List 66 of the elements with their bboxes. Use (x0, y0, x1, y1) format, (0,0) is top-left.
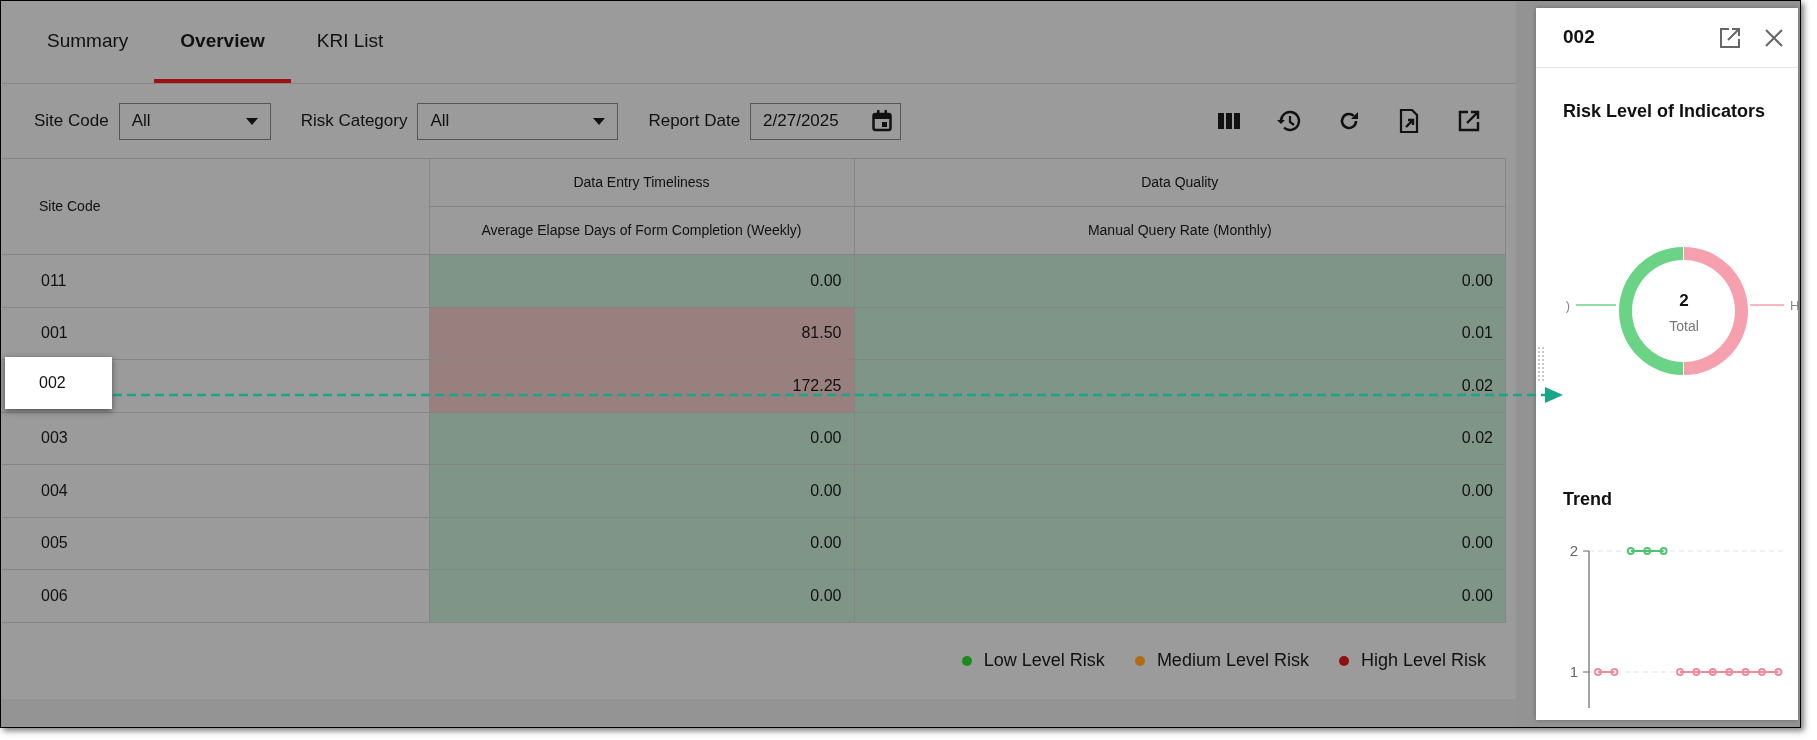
value-cell: 0.00 (429, 412, 854, 465)
site-code-cell: 004 (1, 464, 429, 517)
value-cell: 0.00 (429, 254, 854, 307)
value-cell: 172.25 (429, 359, 854, 412)
filter-label: Site Code (34, 110, 109, 133)
column-header: Site Code (1, 158, 429, 255)
calendar-icon[interactable] (872, 110, 893, 132)
leader-line (1575, 304, 1617, 306)
value-cell: 0.00 (854, 569, 1506, 622)
value-cell: 0.00 (854, 464, 1506, 517)
legend-label: ) (1565, 298, 1570, 313)
panel-title: 002 (1563, 25, 1595, 50)
filter-label: Report Date (648, 110, 741, 133)
value-cell: 0.00 (429, 464, 854, 517)
site-code-cell: 006 (1, 569, 429, 622)
column-group-header: Data Quality (854, 158, 1506, 207)
site-code-cell: 011 (1, 254, 429, 307)
data-point (1610, 668, 1619, 676)
site-code-cell: 005 (1, 517, 429, 570)
value-cell: 81.50 (429, 307, 854, 360)
leader-line (1749, 304, 1785, 306)
site-code-cell: 003 (1, 412, 429, 465)
dropdown[interactable]: All (118, 102, 271, 140)
data-point (1676, 668, 1684, 676)
filter-label: Risk Category (300, 110, 408, 133)
data-point (1725, 668, 1734, 676)
legend-label: High Level Risk (1360, 649, 1486, 672)
data-point (1626, 547, 1635, 555)
data-point (1708, 668, 1717, 676)
highlighted-site-code: 002 (5, 357, 112, 409)
legend-label: H (1790, 298, 1798, 313)
caret-icon (245, 117, 258, 125)
column-group-header: Data Entry Timeliness (429, 158, 854, 207)
data-point (1758, 668, 1766, 676)
date-field[interactable]: 2/27/2025 (750, 102, 902, 140)
value-cell: 0.00 (429, 517, 854, 570)
data-point (1692, 668, 1701, 676)
value-cell: 0.02 (854, 412, 1506, 465)
value-cell: 0.00 (854, 517, 1506, 570)
data-point (1643, 547, 1652, 555)
dropdown[interactable]: All (417, 102, 619, 140)
trend-line (1629, 550, 1665, 552)
y-tick-label: 1 (1569, 663, 1578, 680)
section-title: Trend (1562, 488, 1613, 511)
value-cell: 0.01 (854, 307, 1506, 360)
value-cell: 0.02 (854, 359, 1506, 412)
tab[interactable]: Summary (21, 1, 155, 83)
legend-label: Medium Level Risk (1156, 649, 1309, 672)
data-point (1741, 668, 1750, 676)
value-cell: 0.00 (429, 569, 854, 622)
y-tick-label: 2 (1569, 542, 1578, 559)
data-point (1659, 547, 1668, 555)
column-header: Average Elapse Days of Form Completion (Weekly) (429, 206, 854, 255)
value-cell: 0.00 (854, 254, 1506, 307)
donut-total-label: Total (1669, 318, 1699, 334)
legend-label: Low Level Risk (983, 649, 1105, 672)
data-point (1594, 668, 1602, 676)
open-external-icon[interactable] (1718, 25, 1742, 50)
tab[interactable]: Overview (154, 1, 291, 83)
data-point (1774, 668, 1783, 676)
column-header: Manual Query Rate (Monthly) (854, 206, 1506, 255)
caret-icon (593, 117, 606, 125)
splitter-handle (1537, 346, 1545, 382)
section-title: Risk Level of Indicators (1562, 100, 1767, 123)
donut-total: 2 (1679, 291, 1689, 310)
tab[interactable]: KRI List (290, 1, 410, 83)
